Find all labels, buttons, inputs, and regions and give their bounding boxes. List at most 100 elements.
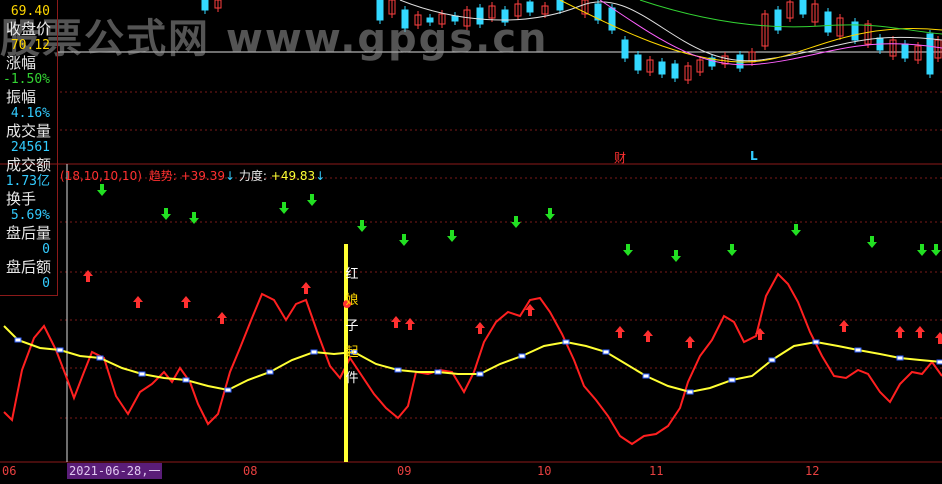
force-marker (224, 387, 232, 393)
sidebar-value: 0 (42, 276, 50, 291)
sidebar-label: 成交额 (6, 156, 52, 174)
ma-line-magenta (599, 0, 942, 66)
green-down-arrow (279, 202, 289, 214)
sidebar-label: 成交量 (6, 122, 52, 140)
green-down-arrow (867, 236, 877, 248)
sidebar-label: 收盘价 (6, 20, 52, 38)
chart-canvas[interactable] (0, 0, 942, 484)
candle-body (926, 33, 934, 75)
force-marker (896, 355, 904, 361)
force-arrow: ↓ (315, 169, 326, 183)
green-down-arrow (97, 184, 107, 196)
green-down-arrow (727, 244, 737, 256)
green-down-arrow (917, 244, 927, 256)
finance-marker[interactable]: 财 (614, 149, 626, 166)
sidebar-label: 盘后量 (6, 224, 52, 242)
red-up-arrow (643, 330, 653, 342)
indicator-params: (18,10,10,10) (60, 169, 142, 183)
green-down-arrow (511, 216, 521, 228)
force-marker (518, 353, 526, 359)
force-marker (642, 373, 650, 379)
force-marker (728, 377, 736, 383)
candle-body (634, 54, 642, 71)
indicator-header: (18,10,10,10) 趋势: +39.39↓ 力度: +49.83↓ (60, 168, 325, 184)
force-marker (434, 369, 442, 375)
tick-08: 08 (243, 464, 258, 478)
red-up-arrow (935, 332, 942, 344)
red-up-arrow (391, 316, 401, 328)
sidebar-value: 70.12 (10, 38, 50, 53)
green-down-arrow (545, 208, 555, 220)
red-up-arrow (181, 296, 191, 308)
red-up-arrow (915, 326, 925, 338)
green-down-arrow (671, 250, 681, 262)
quote-sidebar: 69.40 收盘价 70.12 涨幅 -1.50% 振幅 4.16% 成交量 24561 成交额… (0, 0, 58, 296)
tick-12: 12 (805, 464, 820, 478)
force-marker (14, 337, 22, 343)
sidebar-value: 0 (42, 242, 50, 257)
tick-10: 10 (537, 464, 552, 478)
sidebar-value: -1.50% (3, 72, 50, 87)
sidebar-value: 5.69% (10, 208, 50, 223)
vertical-char: 件 (345, 371, 359, 386)
force-marker (768, 357, 776, 363)
red-up-arrow (475, 322, 485, 334)
selected-date-badge: 2021-06-28,一 (67, 463, 163, 479)
candle-body (608, 7, 616, 31)
force-marker (854, 347, 862, 353)
red-up-arrow (895, 326, 905, 338)
candle-body (658, 61, 666, 75)
sidebar-label: 涨幅 (6, 54, 37, 72)
sidebar-label: 振幅 (6, 88, 37, 106)
watermark: 股票公式网 www.gpgs.cn (0, 16, 549, 62)
force-marker (310, 349, 318, 355)
force-marker (266, 369, 274, 375)
green-down-arrow (447, 230, 457, 242)
green-down-arrow (161, 208, 171, 220)
tick-06: 06 (2, 464, 17, 478)
candle-body (621, 39, 629, 59)
red-up-arrow (615, 326, 625, 338)
candle-body (799, 0, 807, 15)
force-smooth-line (3, 325, 942, 394)
sidebar-value: 24561 (10, 140, 50, 155)
red-up-arrow (217, 312, 227, 324)
red-up-arrow (301, 282, 311, 294)
trend-label: 趋势: (148, 169, 177, 183)
sidebar-label: 盘后额 (6, 258, 52, 276)
green-down-arrow (931, 244, 941, 256)
force-marker (562, 339, 570, 345)
candle-body (824, 11, 832, 33)
green-down-arrow (307, 194, 317, 206)
sidebar-value: 4.16% (10, 106, 50, 121)
force-marker (812, 339, 820, 345)
green-down-arrow (623, 244, 633, 256)
l-marker[interactable]: L (750, 149, 758, 163)
trend-arrow: ↓ (225, 169, 236, 183)
vertical-char: 子 (345, 319, 359, 334)
candle-body (901, 43, 909, 59)
vertical-char: 起 (345, 345, 359, 360)
red-up-arrow (133, 296, 143, 308)
force-marker (96, 355, 104, 361)
force-marker (686, 389, 694, 395)
top-price-value: 69.40 (10, 4, 50, 19)
force-value: +49.83 (270, 169, 316, 183)
green-down-arrow (399, 234, 409, 246)
candle-body (671, 63, 679, 79)
stock-chart-window: 股票公式网 www.gpgs.cn 69.40 收盘价 70.12 涨幅 -1.50%… (0, 0, 942, 484)
vertical-char: 红 (345, 267, 359, 282)
force-marker (602, 349, 610, 355)
sidebar-label: 换手 (6, 190, 37, 208)
force-marker (56, 347, 64, 353)
vertical-char: 娘 (345, 293, 359, 308)
force-label: 力度: (238, 169, 267, 183)
sidebar-value: 1.73亿 (5, 174, 50, 189)
tick-11: 11 (649, 464, 664, 478)
tick-09: 09 (397, 464, 412, 478)
ma-line-yellow (559, 0, 942, 63)
force-marker (394, 367, 402, 373)
trend-value: +39.39 (180, 169, 226, 183)
green-down-arrow (791, 224, 801, 236)
force-marker (138, 371, 146, 377)
